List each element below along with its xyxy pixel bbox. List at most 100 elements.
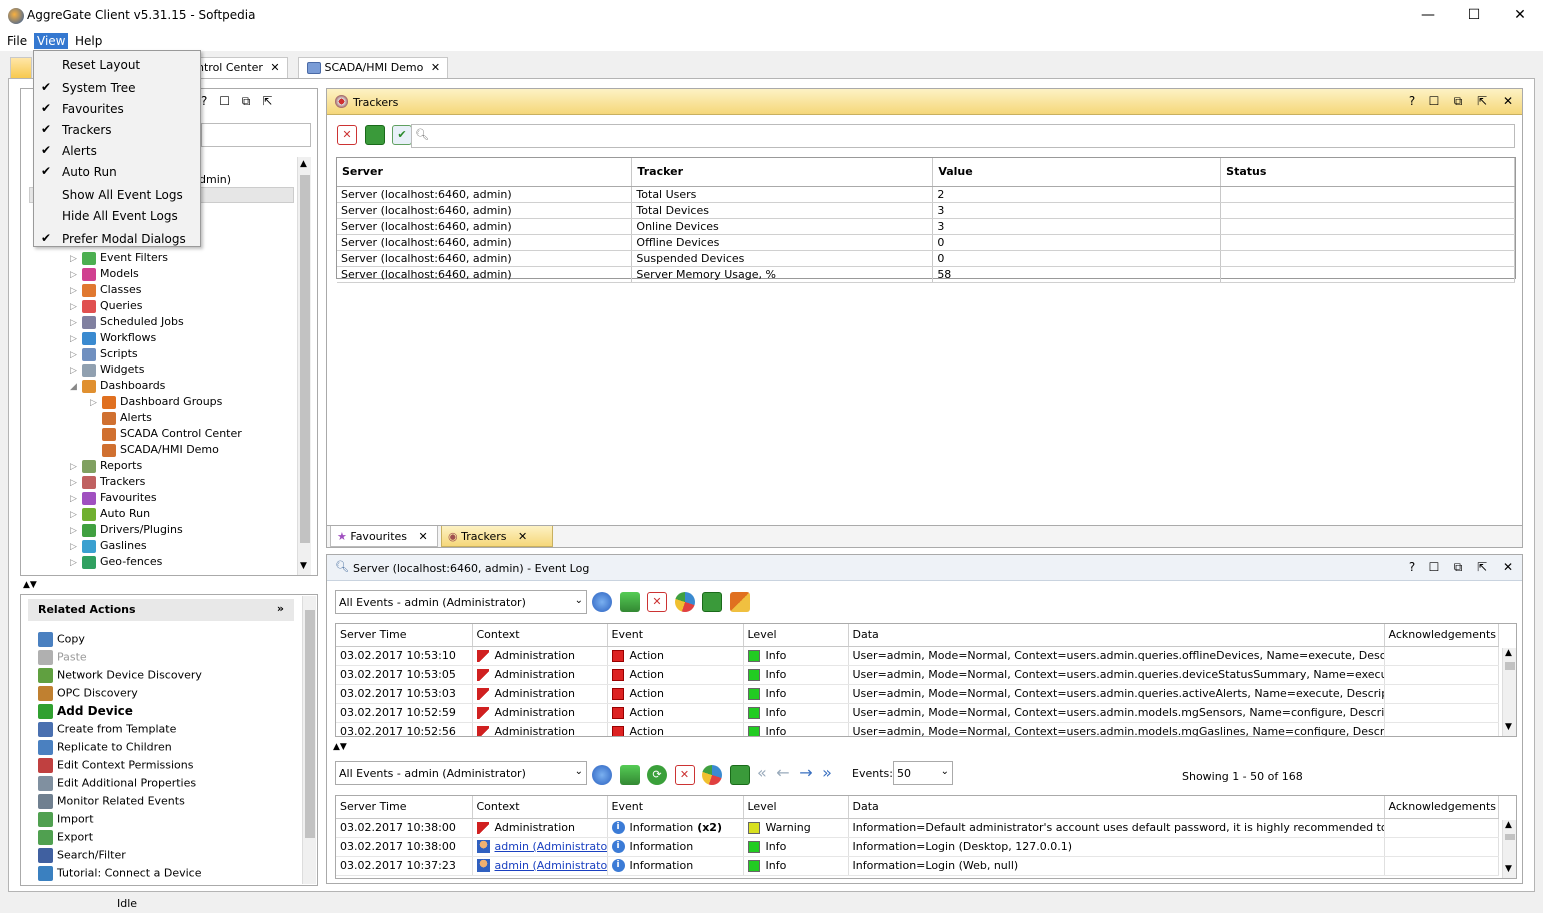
event-filter-select[interactable]: All Events - admin (Administrator) ⌄ [335,590,587,614]
chart-icon[interactable] [674,592,695,612]
tree-item[interactable]: ▷ Event Filters [70,251,168,267]
column-header[interactable]: Tracker [631,158,934,187]
close-icon[interactable]: ✕ [419,530,428,543]
table-row[interactable]: Server (localhost:6460, admin) Offline De… [337,234,1515,251]
column-header[interactable]: Acknowledgements [1384,624,1499,647]
save-icon[interactable] [729,765,750,785]
expand-arrow-icon[interactable]: ▷ [70,318,82,328]
maximize-icon[interactable]: ☐ [1427,560,1441,574]
column-header[interactable]: Data [848,796,1385,819]
table-row[interactable]: 03.02.2017 10:38:00 admin (Administrator)… [336,837,1499,857]
table-row[interactable]: 03.02.2017 10:53:05 Administration Action I… [336,665,1499,685]
tree-item[interactable]: ▷ Models [70,267,139,283]
table-row[interactable]: 03.02.2017 10:37:23 admin (Administrator)… [336,856,1499,876]
maximize-icon[interactable]: ☐ [1427,94,1441,108]
expand-arrow-icon[interactable]: ▷ [70,542,82,552]
expand-arrow-icon[interactable]: ▷ [70,526,82,536]
column-header[interactable]: Event [607,624,744,647]
chart-icon[interactable] [702,765,722,785]
apply-icon[interactable]: ✔ [392,125,412,145]
menu-help[interactable]: Help [72,33,105,49]
close-icon[interactable]: ✕ [1501,94,1515,108]
related-action[interactable]: Edit Context Permissions [38,758,193,776]
table-row[interactable]: 03.02.2017 10:53:10 Administration Action I… [336,646,1499,666]
related-action[interactable]: Search/Filter [38,848,126,866]
view-menu-item[interactable]: ✔ Trackers [34,120,200,140]
broom-icon[interactable] [729,592,750,612]
expand-arrow-icon[interactable]: ▷ [70,366,82,376]
column-header[interactable]: Value [932,158,1222,187]
expand-arrow-icon[interactable]: ▷ [70,254,82,264]
tab-scada-control-center[interactable]: ntrol Center ✕ [188,57,288,78]
delete-icon[interactable]: ✕ [337,125,357,145]
view-menu-item[interactable]: Hide All Event Logs [34,206,200,226]
expand-arrow-icon[interactable]: ▷ [70,462,82,472]
restore-icon[interactable]: ⧉ [1451,94,1465,108]
filter-icon[interactable] [619,592,640,612]
related-action[interactable]: Replicate to Children [38,740,172,758]
help-icon[interactable]: ? [201,94,207,108]
scroll-up-icon[interactable]: ▲ [300,159,307,169]
tree-item[interactable]: ▷ Scheduled Jobs [70,315,184,331]
expand-arrow-icon[interactable]: ▷ [70,350,82,360]
events-count-select[interactable]: 50 ⌄ [893,761,953,785]
column-header[interactable]: Level [743,624,849,647]
related-action[interactable]: Network Device Discovery [38,668,202,686]
pin-icon[interactable]: ⇱ [262,94,272,108]
menu-file[interactable]: File [4,33,30,49]
tree-item[interactable]: ▷ Workflows [70,331,156,347]
table-row[interactable]: 03.02.2017 10:52:56 Administration Action I… [336,722,1499,736]
scroll-up-icon[interactable]: ▲ [1505,820,1512,830]
tree-item[interactable]: ▷ Scripts [70,347,138,363]
close-icon[interactable]: ✕ [1501,560,1515,574]
tab-favourites[interactable]: ★ Favourites ✕ [330,526,438,547]
splitter-arrows[interactable]: ▲▼ [23,580,37,590]
tree-item[interactable]: ▷ Classes [70,283,141,299]
column-header[interactable]: Context [472,624,608,647]
reload-icon[interactable]: ⟳ [647,765,667,785]
tree-item[interactable]: ▷ Favourites [70,491,157,507]
column-header[interactable]: Server Time [336,796,473,819]
restore-icon[interactable]: ⧉ [242,94,251,108]
column-header[interactable]: Status [1220,158,1515,187]
column-header[interactable]: Event [607,796,744,819]
clear-icon[interactable]: ✕ [674,765,695,785]
tree-item[interactable]: Alerts [90,411,152,427]
save-icon[interactable] [364,125,385,145]
pin-icon[interactable]: ⇱ [1475,560,1489,574]
tree-item[interactable]: ◢ Dashboards [70,379,165,395]
view-menu-item[interactable]: ✔ Prefer Modal Dialogs [34,229,200,249]
tree-item[interactable]: ▷ Widgets [70,363,144,379]
tree-item[interactable]: ▷ Queries [70,299,142,315]
column-header[interactable]: Context [472,796,608,819]
maximize-icon[interactable]: ☐ [219,94,230,108]
event-filter-select-2[interactable]: All Events - admin (Administrator) ⌄ [335,761,587,785]
tab-trackers[interactable]: ◉ Trackers ✕ [441,526,553,547]
restore-icon[interactable]: ⧉ [1451,560,1465,574]
table-row[interactable]: Server (localhost:6460, admin) Total User… [337,186,1515,203]
related-action[interactable]: Edit Additional Properties [38,776,196,794]
table-row[interactable]: Server (localhost:6460, admin) Server Mem… [337,266,1515,283]
related-action[interactable]: Monitor Related Events [38,794,185,812]
scroll-thumb[interactable] [1505,834,1515,840]
table-row[interactable]: 03.02.2017 10:52:59 Administration Action I… [336,703,1499,723]
tree-search-input[interactable] [201,123,311,147]
view-menu-item[interactable]: ✔ Auto Run [34,162,200,182]
help-icon[interactable]: ? [1405,560,1419,574]
scroll-down-icon[interactable]: ▼ [1505,722,1512,732]
related-action[interactable]: Create from Template [38,722,176,740]
minimize-button[interactable]: — [1405,0,1451,31]
related-action[interactable]: Copy [38,632,85,650]
tab-scada-hmi-demo[interactable]: SCADA/HMI Demo ✕ [298,57,448,78]
event-context[interactable]: admin (Administrator) [472,837,608,857]
table-row[interactable]: 03.02.2017 10:53:03 Administration Action I… [336,684,1499,704]
collapse-icon[interactable]: » [277,602,284,615]
table-row[interactable]: Server (localhost:6460, admin) Online Dev… [337,218,1515,235]
expand-arrow-icon[interactable]: ▷ [70,302,82,312]
table-row[interactable]: Server (localhost:6460, admin) Total Devi… [337,202,1515,219]
context-link[interactable]: admin (Administrator) [495,840,607,853]
related-action[interactable]: Add Device [38,704,133,722]
close-icon[interactable]: ✕ [518,530,527,543]
scroll-up-icon[interactable]: ▲ [1505,648,1512,658]
expand-arrow-icon[interactable]: ▷ [90,398,102,408]
